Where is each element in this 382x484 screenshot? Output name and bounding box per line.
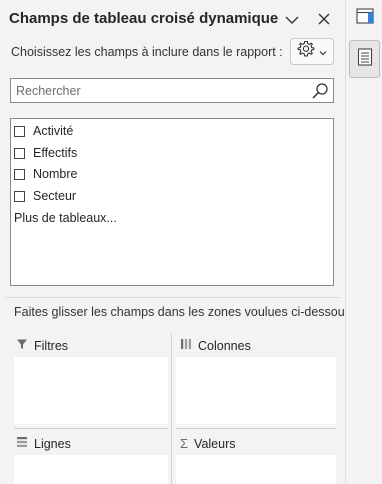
pane-title: Champs de tableau croisé dynamique: [9, 10, 279, 27]
chevron-down-icon[interactable]: [281, 9, 303, 31]
field-item-activite[interactable]: Activité: [14, 122, 73, 140]
columns-icon: [180, 338, 192, 353]
more-tables-link[interactable]: Plus de tableaux...: [14, 211, 117, 225]
search-icon[interactable]: [310, 81, 330, 101]
columns-drop-zone[interactable]: [176, 357, 336, 424]
area-title-columns: Colonnes: [198, 338, 251, 353]
rows-drop-zone[interactable]: [14, 455, 168, 484]
field-list-icon: [357, 47, 373, 71]
close-icon[interactable]: [313, 8, 335, 30]
field-list-button[interactable]: [349, 40, 380, 78]
field-list: Activité Effectifs Nombre Secteur Plus d…: [10, 118, 334, 286]
sigma-icon: Σ: [180, 436, 189, 451]
settings-button[interactable]: [290, 38, 334, 65]
chevron-down-icon: [319, 43, 327, 61]
area-label-values: Σ Valeurs: [180, 436, 236, 451]
area-horizontal-separator: [14, 428, 168, 429]
side-rail: [345, 0, 382, 484]
pane-subtitle: Choisissez les champs à inclure dans le …: [11, 45, 283, 59]
pane-layout-icon: [355, 7, 374, 29]
field-label: Effectifs: [33, 146, 78, 160]
filters-drop-zone[interactable]: [14, 357, 168, 424]
area-title-values: Valeurs: [194, 436, 236, 451]
area-label-columns: Colonnes: [180, 338, 251, 353]
area-horizontal-separator: [176, 428, 336, 429]
search-box: [10, 78, 334, 103]
filter-icon: [16, 338, 28, 353]
field-label: Secteur: [33, 189, 77, 203]
values-drop-zone[interactable]: [176, 455, 336, 484]
field-checkbox[interactable]: [14, 147, 25, 159]
field-checkbox[interactable]: [14, 190, 25, 202]
search-input[interactable]: [11, 79, 306, 102]
field-item-nombre[interactable]: Nombre: [14, 165, 77, 183]
field-label: Nombre: [33, 167, 78, 181]
area-label-rows: Lignes: [16, 436, 71, 451]
field-item-effectifs[interactable]: Effectifs: [14, 144, 77, 162]
field-item-secteur[interactable]: Secteur: [14, 187, 76, 205]
area-title-rows: Lignes: [34, 436, 71, 451]
pane-layout-button[interactable]: [349, 6, 380, 30]
pivot-field-pane: Champs de tableau croisé dynamique Chois…: [0, 0, 354, 484]
field-checkbox[interactable]: [14, 125, 25, 137]
area-label-filters: Filtres: [16, 338, 68, 353]
gear-icon: [297, 40, 315, 63]
drag-instruction: Faites glisser les champs dans les zones…: [14, 305, 355, 319]
section-divider: [5, 297, 340, 298]
field-label: Activité: [33, 124, 74, 138]
area-vertical-separator: [171, 333, 172, 484]
area-title-filters: Filtres: [34, 338, 69, 353]
rows-icon: [16, 436, 28, 451]
field-checkbox[interactable]: [14, 168, 25, 180]
